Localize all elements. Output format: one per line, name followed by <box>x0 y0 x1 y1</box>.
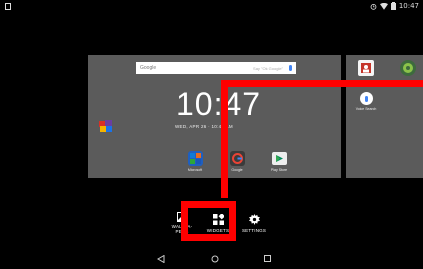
app-folder-icon[interactable] <box>99 118 113 132</box>
app-label-google: Google <box>231 168 243 172</box>
back-icon[interactable] <box>157 255 165 263</box>
search-hint: Say "Ok Google" <box>253 65 283 71</box>
status-bar: 10:47 <box>0 0 423 14</box>
wifi-icon <box>379 2 388 10</box>
app-microsoft[interactable]: Microsoft <box>181 151 209 172</box>
app-play-store[interactable]: Play Store <box>265 151 293 172</box>
alarm-icon <box>370 3 377 10</box>
app-label-microsoft: Microsoft <box>187 168 203 172</box>
battery-icon <box>390 2 396 10</box>
status-icons: 10:47 <box>370 2 419 10</box>
settings-label: SETTINGS <box>241 228 267 233</box>
status-time: 10:47 <box>398 2 419 10</box>
app-voice-search[interactable]: Voice Search <box>352 92 380 111</box>
callout-line-vertical <box>221 80 228 198</box>
settings-app-icon[interactable] <box>400 60 416 76</box>
home-icon[interactable] <box>211 255 219 263</box>
settings-option[interactable]: SETTINGS <box>236 214 272 233</box>
callout-line-horizontal <box>221 80 423 87</box>
notification-icon <box>5 3 11 10</box>
microsoft-folder-icon <box>187 151 203 166</box>
navigation-bar <box>0 250 423 269</box>
play-store-icon <box>271 151 287 166</box>
recents-icon[interactable] <box>264 255 271 262</box>
contacts-app-icon[interactable] <box>358 60 374 76</box>
google-folder-icon <box>229 151 245 166</box>
widgets-highlight-box <box>181 201 236 241</box>
voice-search-icon <box>359 92 373 105</box>
google-logo: Google <box>140 65 157 71</box>
app-label-play-store: Play Store <box>270 168 288 172</box>
gear-icon <box>248 214 260 225</box>
mic-icon[interactable] <box>289 65 292 71</box>
google-search-bar[interactable]: Google Say "Ok Google" <box>136 62 296 74</box>
clock-widget-time[interactable]: 10:47 <box>176 86 261 123</box>
app-label-voice-search: Voice Search <box>355 107 377 111</box>
